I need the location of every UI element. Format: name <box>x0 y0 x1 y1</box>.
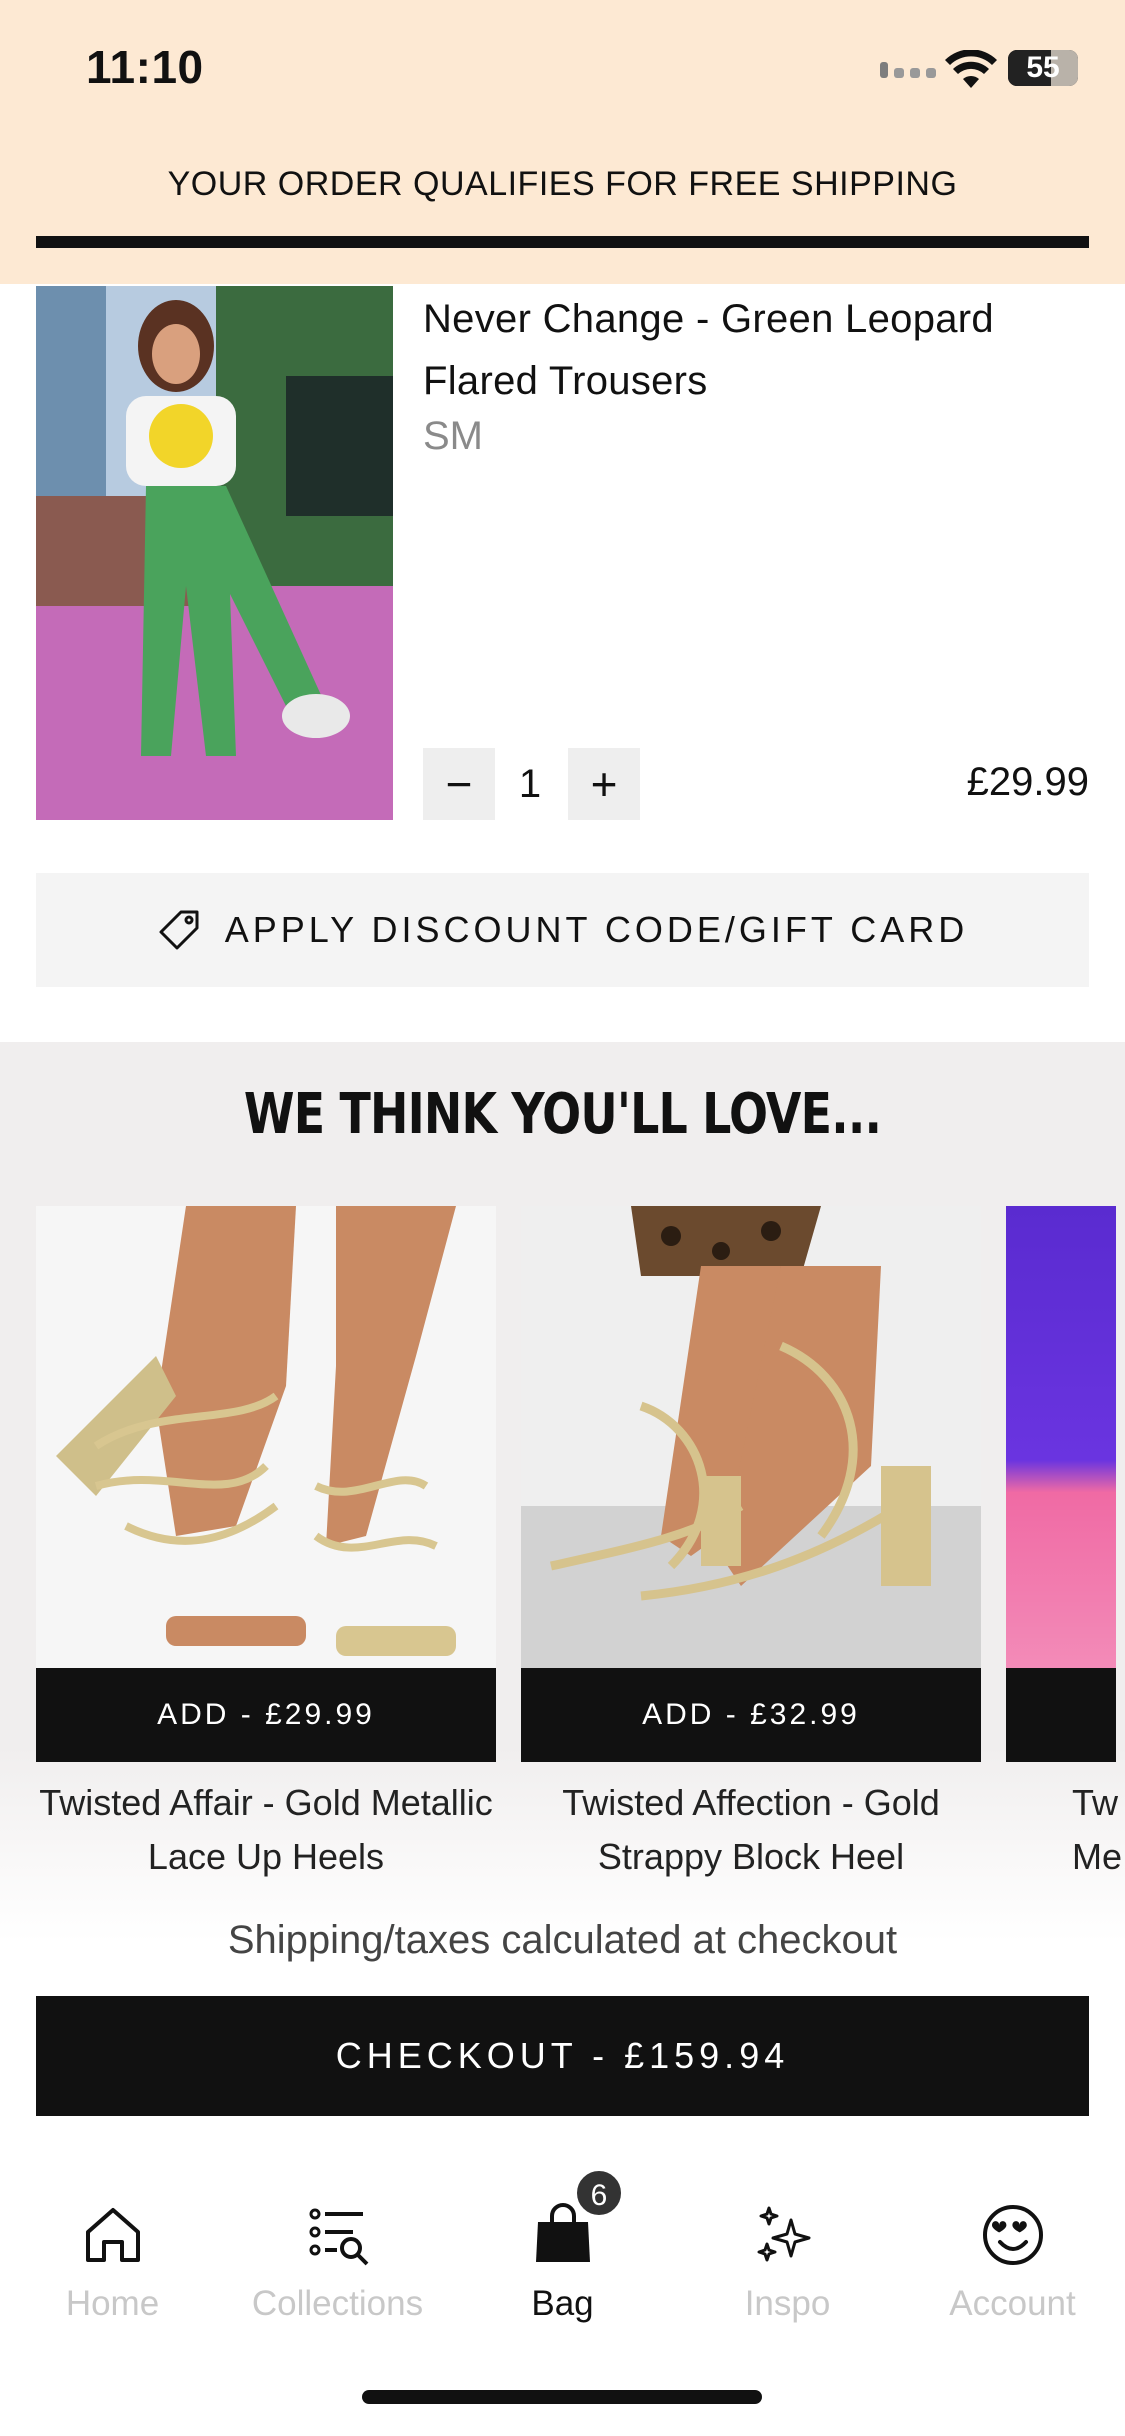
add-to-bag-button[interactable]: ADD - £29.99 <box>36 1668 496 1762</box>
tab-collections[interactable]: Collections <box>225 2200 450 2324</box>
increase-quantity-button[interactable]: + <box>568 748 640 820</box>
free-shipping-banner: YOUR ORDER QUALIFIES FOR FREE SHIPPING <box>167 165 958 203</box>
tab-inspo[interactable]: Inspo <box>675 2200 900 2324</box>
product-title[interactable]: Never Change - Green Leopard Flared Trou… <box>423 288 1063 412</box>
tag-icon <box>159 910 199 950</box>
sparkles-icon <box>757 2206 810 2262</box>
tab-label: Inspo <box>744 2284 831 2323</box>
product-image[interactable] <box>521 1206 981 1668</box>
tab-bag[interactable]: Bag <box>450 2200 675 2324</box>
tab-account[interactable]: Account <box>900 2200 1125 2324</box>
recommendation-card[interactable]: Tw Me <box>1006 1206 1125 1884</box>
apply-discount-button[interactable]: APPLY DISCOUNT CODE/GIFT CARD <box>36 873 1089 987</box>
status-time: 11:10 <box>86 41 204 93</box>
shipping-progress-bar <box>36 236 1089 248</box>
cellular-signal-icon <box>880 62 936 78</box>
checkout-button[interactable]: CHECKOUT - £159.94 <box>36 1996 1089 2116</box>
battery-level: 55 <box>1026 51 1060 84</box>
wifi-icon <box>945 50 997 88</box>
collections-icon <box>309 2208 368 2266</box>
quantity-value: 1 <box>518 762 542 806</box>
recommendation-card[interactable]: ADD - £29.99 Twisted Affair - Gold Metal… <box>36 1206 496 1884</box>
battery-icon: 55 <box>1008 50 1078 86</box>
product-image[interactable] <box>36 286 393 820</box>
home-icon <box>85 2208 140 2262</box>
product-size: SM <box>423 414 483 458</box>
recommendation-name[interactable]: Twisted Affair - Gold Metallic Lace Up H… <box>36 1776 496 1884</box>
recommendation-name[interactable]: Tw Me <box>1006 1776 1125 1884</box>
shipping-note: Shipping/taxes calculated at checkout <box>227 1918 898 1962</box>
tab-label: Account <box>949 2284 1076 2323</box>
tab-label: Bag <box>531 2284 594 2323</box>
tab-label: Home <box>65 2284 160 2323</box>
add-to-bag-button[interactable]: ADD - £32.99 <box>521 1668 981 1762</box>
home-indicator[interactable] <box>362 2390 762 2404</box>
smiley-heart-icon <box>982 2205 1043 2265</box>
tab-label: Collections <box>251 2284 424 2323</box>
product-price: £29.99 <box>966 760 1089 804</box>
recommendation-card[interactable]: ADD - £32.99 Twisted Affection - Gold St… <box>521 1206 981 1884</box>
decrease-quantity-button[interactable]: − <box>423 748 495 820</box>
discount-label: APPLY DISCOUNT CODE/GIFT CARD <box>224 909 969 950</box>
add-to-bag-button[interactable] <box>1006 1668 1116 1762</box>
product-image[interactable] <box>36 1206 496 1668</box>
recommendations-title: WE THINK YOU'LL LOVE... <box>243 1082 882 1147</box>
tab-home[interactable]: Home <box>0 2200 225 2324</box>
bag-count-badge: 6 <box>574 2168 624 2218</box>
recommendation-name[interactable]: Twisted Affection - Gold Strappy Block H… <box>521 1776 981 1884</box>
product-image[interactable] <box>1006 1206 1116 1668</box>
